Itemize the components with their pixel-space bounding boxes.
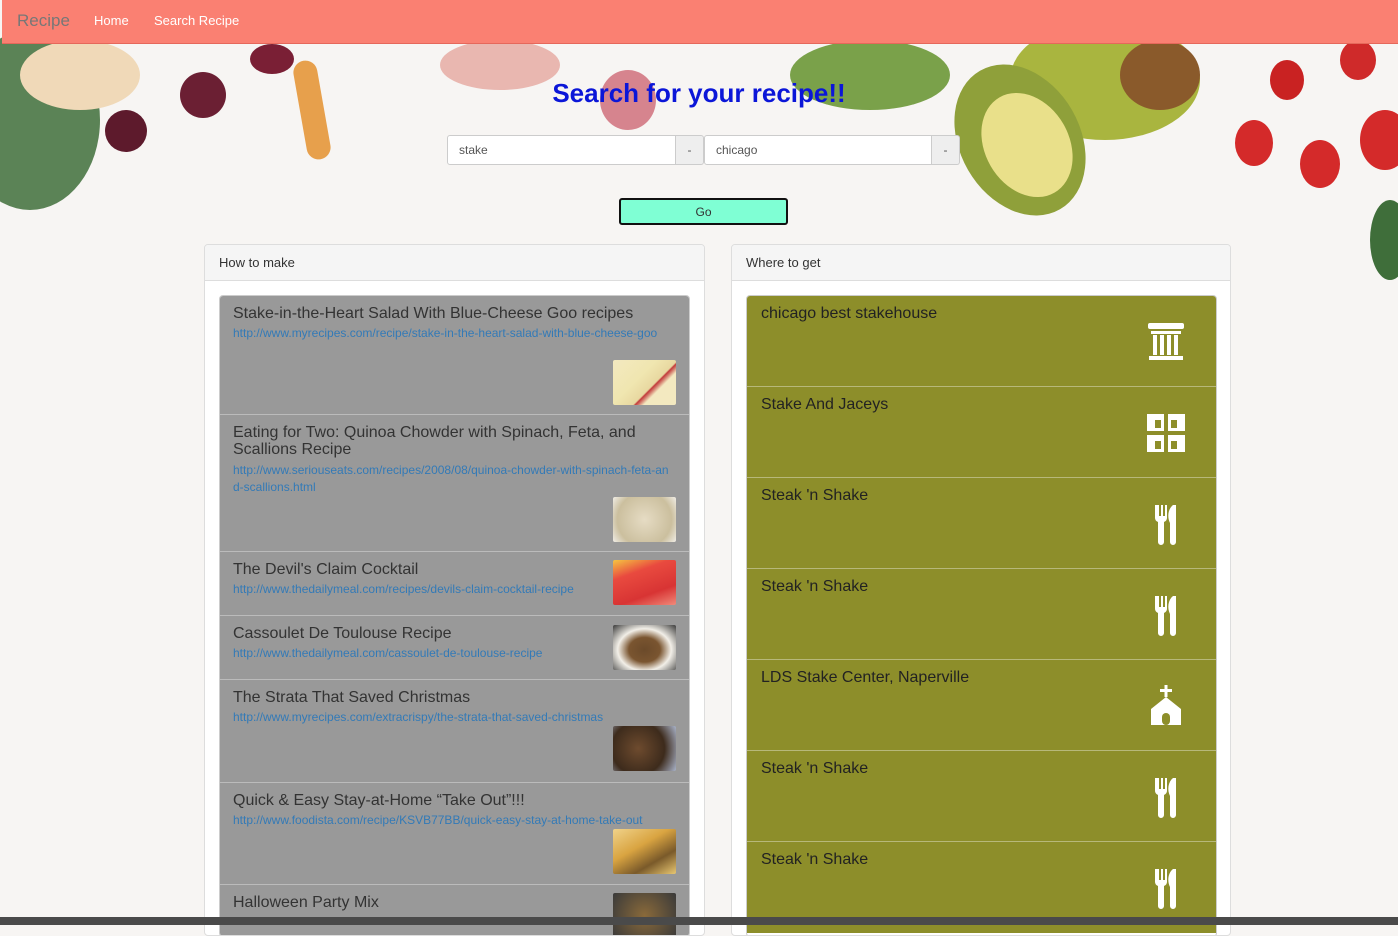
- recipe-title: Cassoulet De Toulouse Recipe: [233, 625, 452, 642]
- recipe-title: The Strata That Saved Christmas: [233, 689, 471, 706]
- recipe-link[interactable]: http://www.thedailymeal.com/cassoulet-de…: [233, 645, 673, 662]
- recipe-link[interactable]: http://www.thedailymeal.com/recipes/devi…: [233, 581, 673, 598]
- nav-search-recipe-link[interactable]: Search Recipe: [154, 13, 239, 28]
- location-input[interactable]: [704, 135, 932, 165]
- recipe-item[interactable]: The Strata That Saved Christmas http://w…: [220, 680, 689, 783]
- recipe-list: Stake-in-the-Heart Salad With Blue-Chees…: [219, 295, 690, 935]
- place-name: Steak 'n Shake: [761, 760, 869, 777]
- place-item[interactable]: Steak 'n Shake: [747, 569, 1216, 660]
- recipe-query-addon: -: [676, 135, 704, 165]
- recipe-link[interactable]: http://www.myrecipes.com/recipe/stake-in…: [233, 325, 673, 342]
- taskbar-strip: [0, 917, 1398, 925]
- recipe-thumbnail: [613, 497, 676, 542]
- recipe-thumbnail: [613, 360, 676, 405]
- place-item[interactable]: LDS Stake Center, Naperville: [747, 660, 1216, 751]
- place-name: Steak 'n Shake: [761, 851, 869, 868]
- place-name: Steak 'n Shake: [761, 578, 869, 595]
- brand-link[interactable]: Recipe: [17, 11, 70, 31]
- recipe-item[interactable]: Cassoulet De Toulouse Recipe http://www.…: [220, 616, 689, 680]
- navbar: Recipe Home Search Recipe: [2, 0, 1398, 44]
- nav-home-link[interactable]: Home: [94, 13, 129, 28]
- recipe-item[interactable]: Halloween Party Mix: [220, 885, 689, 935]
- recipe-thumbnail: [613, 893, 676, 935]
- recipe-title: Halloween Party Mix: [233, 894, 379, 911]
- church-icon: [1151, 685, 1181, 725]
- place-item[interactable]: Steak 'n Shake: [747, 751, 1216, 842]
- place-item[interactable]: chicago best stakehouse: [747, 296, 1216, 387]
- recipe-search-group: -: [447, 135, 704, 165]
- recipe-title: Stake-in-the-Heart Salad With Blue-Chees…: [233, 305, 634, 322]
- recipe-link[interactable]: http://www.foodista.com/recipe/KSVB77BB/…: [233, 812, 673, 829]
- building-icon: [1147, 414, 1185, 452]
- how-to-make-heading: How to make: [205, 245, 704, 281]
- location-search-group: -: [704, 135, 960, 165]
- recipe-title: The Devil's Claim Cocktail: [233, 561, 419, 578]
- recipe-item[interactable]: Stake-in-the-Heart Salad With Blue-Chees…: [220, 296, 689, 415]
- recipe-title: Quick & Easy Stay-at-Home “Take Out”!!!: [233, 792, 525, 809]
- place-list: chicago best stakehouse Stake And Jaceys: [746, 295, 1217, 935]
- recipe-thumbnail: [613, 560, 676, 605]
- recipe-title: Eating for Two: Quinoa Chowder with Spin…: [233, 424, 636, 458]
- recipe-query-input[interactable]: [447, 135, 676, 165]
- place-name: Stake And Jaceys: [761, 396, 889, 413]
- recipe-link[interactable]: http://www.myrecipes.com/extracrispy/the…: [233, 709, 673, 726]
- restaurant-icon: [1154, 869, 1176, 909]
- place-name: chicago best stakehouse: [761, 305, 938, 322]
- recipe-item[interactable]: Eating for Two: Quinoa Chowder with Spin…: [220, 415, 689, 552]
- place-name: LDS Stake Center, Naperville: [761, 669, 970, 686]
- where-to-get-heading: Where to get: [732, 245, 1230, 281]
- recipe-item[interactable]: Quick & Easy Stay-at-Home “Take Out”!!! …: [220, 783, 689, 885]
- go-button[interactable]: Go: [619, 198, 788, 225]
- place-item[interactable]: Stake And Jaceys: [747, 387, 1216, 478]
- recipe-thumbnail: [613, 625, 676, 670]
- restaurant-icon: [1154, 596, 1176, 636]
- how-to-make-panel: How to make Stake-in-the-Heart Salad Wit…: [204, 244, 705, 936]
- recipe-thumbnail: [613, 726, 676, 771]
- place-item[interactable]: Steak 'n Shake: [747, 478, 1216, 569]
- recipe-link[interactable]: http://www.seriouseats.com/recipes/2008/…: [233, 462, 673, 496]
- recipe-thumbnail: [613, 829, 676, 874]
- where-to-get-panel: Where to get chicago best stakehouse Sta…: [731, 244, 1231, 936]
- place-name: Steak 'n Shake: [761, 487, 869, 504]
- page-title: Search for your recipe!!: [552, 78, 846, 108]
- museum-icon: [1148, 323, 1184, 360]
- location-addon: -: [932, 135, 960, 165]
- restaurant-icon: [1154, 778, 1176, 818]
- restaurant-icon: [1154, 505, 1176, 545]
- recipe-item[interactable]: The Devil's Claim Cocktail http://www.th…: [220, 552, 689, 616]
